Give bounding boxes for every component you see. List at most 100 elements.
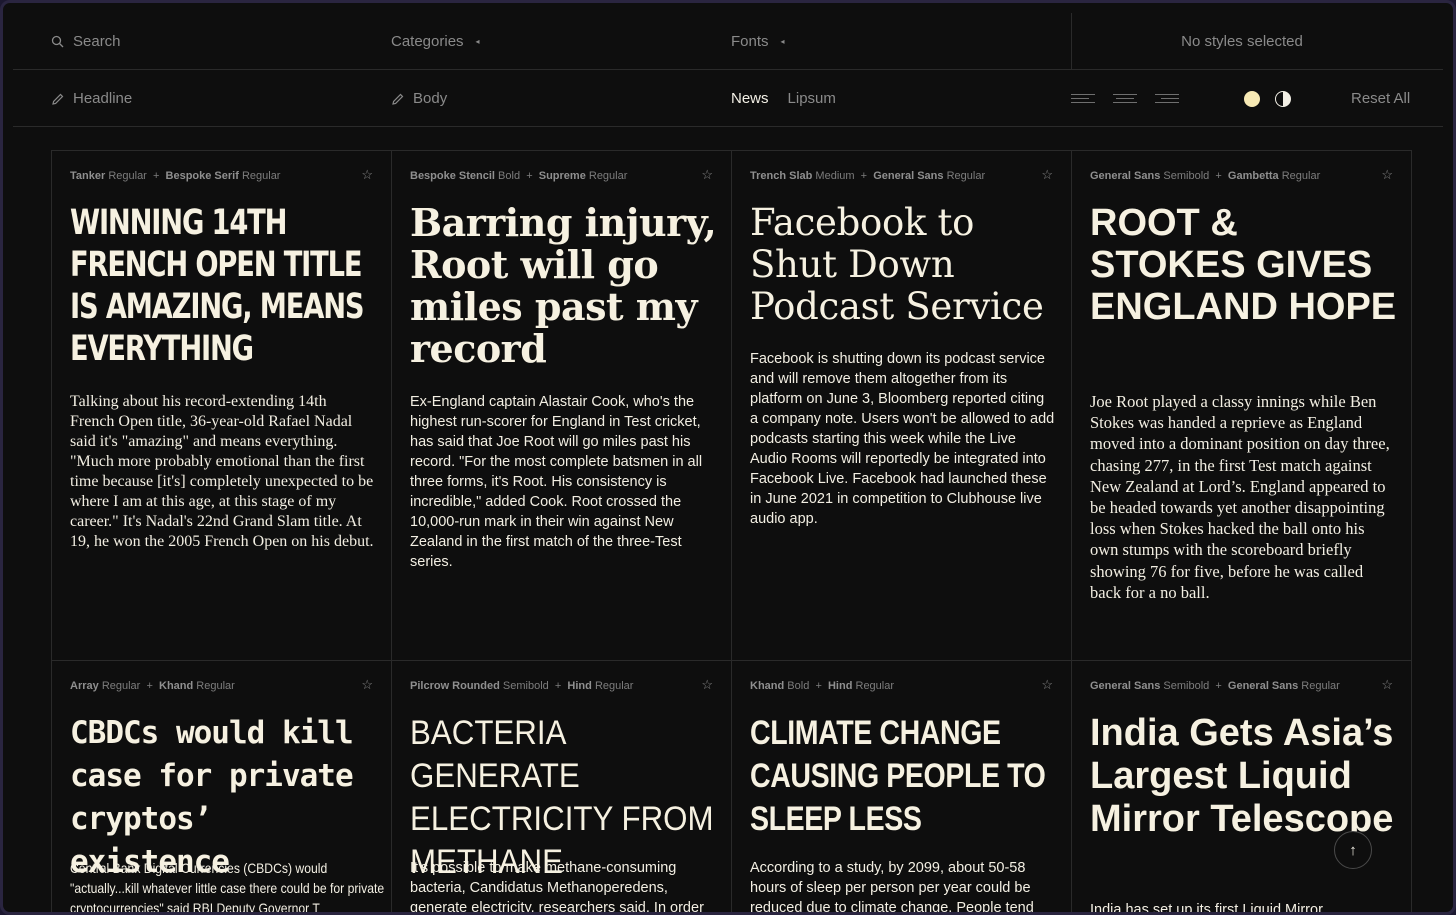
star-icon[interactable]: ☆ [701, 677, 713, 693]
contrast-icon[interactable] [1275, 90, 1291, 107]
card-body: India has set up its first Liquid Mirror [1090, 902, 1323, 915]
font-b-name: Khand [159, 680, 194, 692]
categories-dropdown[interactable]: Categories ◂ [391, 13, 480, 70]
star-icon[interactable]: ☆ [1381, 677, 1393, 693]
star-icon[interactable]: ☆ [1041, 677, 1053, 693]
color-swatch-icon[interactable] [1244, 90, 1260, 107]
headline-editor[interactable]: Headline [51, 70, 132, 127]
font-pair-card[interactable]: General Sans Semibold + Gambetta Regular… [1071, 150, 1411, 660]
star-icon[interactable]: ☆ [701, 167, 713, 183]
font-b-style: Regular [241, 170, 281, 182]
font-b-style: Regular [855, 680, 895, 692]
font-pair-meta: Bespoke Stencil Bold + Supreme Regular [410, 170, 628, 182]
search-icon [51, 35, 65, 49]
tab-news[interactable]: News [731, 90, 769, 107]
font-pair-meta: Array Regular + Khand Regular [70, 680, 235, 692]
grid-line [1411, 150, 1412, 912]
font-a-name: Tanker [70, 170, 106, 182]
font-b-style: Regular [588, 170, 628, 182]
font-a-style: Bold [498, 170, 521, 182]
font-b-style: Regular [946, 170, 986, 182]
font-pair-meta: Khand Bold + Hind Regular [750, 680, 895, 692]
font-pair-meta: Tanker Regular + Bespoke Serif Regular [70, 170, 281, 182]
font-b-style: Regular [594, 680, 634, 692]
card-body: Ex-England captain Alastair Cook, who's … [410, 394, 703, 570]
body-input[interactable]: Body [413, 90, 447, 107]
pencil-icon [51, 92, 65, 106]
font-a-style: Regular [101, 680, 141, 692]
body-editor[interactable]: Body [391, 70, 447, 127]
card-headline: India Gets Asia’s Largest Liquid Mirror … [1090, 712, 1394, 840]
font-pair-card[interactable]: Array Regular + Khand Regular ☆ CBDCs wo… [51, 660, 391, 915]
font-a-name: General Sans [1090, 170, 1161, 182]
app-window: Search Categories ◂ Fonts ◂ No styles se… [0, 0, 1456, 915]
font-a-name: General Sans [1090, 680, 1161, 692]
font-b-name: Supreme [538, 170, 586, 182]
font-pair-meta: Trench Slab Medium + General Sans Regula… [750, 170, 986, 182]
font-b-name: General Sans [1227, 680, 1299, 692]
card-body: According to a study, by 2099, about 50-… [750, 860, 1034, 915]
search-input[interactable]: Search [73, 33, 121, 50]
toolbar: Search Categories ◂ Fonts ◂ No styles se… [13, 13, 1443, 127]
font-a-style: Bold [787, 680, 810, 692]
font-b-name: Hind [567, 680, 592, 692]
font-pair-meta: General Sans Semibold + General Sans Reg… [1090, 680, 1340, 692]
star-icon[interactable]: ☆ [1381, 167, 1393, 183]
font-pair-card[interactable]: Khand Bold + Hind Regular ☆ Climate chan… [731, 660, 1071, 915]
card-headline: Root & Stokes gives England hope [1090, 202, 1397, 328]
categories-label: Categories [391, 33, 464, 50]
text-source-tabs: News Lipsum [731, 70, 836, 127]
font-a-name: Array [70, 680, 99, 692]
caret-left-icon: ◂ [780, 37, 785, 46]
font-a-name: Pilcrow Rounded [410, 680, 500, 692]
font-a-style: Semibold [502, 680, 549, 692]
fonts-label: Fonts [731, 33, 769, 50]
font-pair-card[interactable]: General Sans Semibold + General Sans Reg… [1071, 660, 1411, 915]
star-icon[interactable]: ☆ [1041, 167, 1053, 183]
font-a-name: Bespoke Stencil [410, 170, 495, 182]
font-b-name: General Sans [873, 170, 944, 182]
align-center-icon[interactable] [1113, 94, 1137, 103]
toolbar-row-editors: Headline Body News Lipsum Reset All [13, 70, 1443, 127]
font-pair-meta: Pilcrow Rounded Semibold + Hind Regular [410, 680, 634, 692]
card-body: Joe Root played a classy innings while B… [1090, 392, 1390, 602]
star-icon[interactable]: ☆ [361, 677, 373, 693]
align-right-icon[interactable] [1155, 94, 1179, 103]
align-left-icon[interactable] [1071, 94, 1095, 103]
font-b-name: Bespoke Serif [165, 170, 239, 182]
font-a-name: Khand [750, 680, 785, 692]
styles-status-text: No styles selected [1181, 33, 1303, 50]
fonts-dropdown[interactable]: Fonts ◂ [731, 13, 785, 70]
font-pair-card[interactable]: Tanker Regular + Bespoke Serif Regular ☆… [51, 150, 391, 660]
toolbar-row-filters: Search Categories ◂ Fonts ◂ No styles se… [13, 13, 1443, 70]
font-pair-card[interactable]: Trench Slab Medium + General Sans Regula… [731, 150, 1071, 660]
star-icon[interactable]: ☆ [361, 167, 373, 183]
card-headline: Climate change causing people to sleep l… [750, 714, 1046, 838]
arrow-up-icon: ↑ [1349, 841, 1357, 859]
font-b-style: Regular [1281, 170, 1321, 182]
card-headline: Barring injury, Root will go miles past … [410, 200, 717, 371]
font-pair-card[interactable]: Bespoke Stencil Bold + Supreme Regular ☆… [391, 150, 731, 660]
font-b-name: Gambetta [1227, 170, 1279, 182]
styles-status: No styles selected [1072, 13, 1412, 70]
font-pair-meta: General Sans Semibold + Gambetta Regular [1090, 170, 1321, 182]
card-body: It's possible to make methane-consuming … [410, 860, 704, 915]
font-b-name: Hind [827, 680, 853, 692]
headline-input[interactable]: Headline [73, 90, 132, 107]
pencil-icon [391, 92, 405, 106]
card-body: Central Bank Digital Currencies (CBDCs) … [70, 860, 385, 915]
card-body: Talking about his record-extending 14th … [70, 393, 374, 550]
search-box[interactable]: Search [51, 13, 121, 70]
font-a-style: Semibold [1163, 170, 1210, 182]
reset-all-label: Reset All [1351, 90, 1411, 107]
tab-lipsum[interactable]: Lipsum [788, 90, 836, 107]
caret-left-icon: ◂ [475, 37, 480, 46]
scroll-to-top-button[interactable]: ↑ [1334, 831, 1372, 869]
font-a-style: Medium [815, 170, 855, 182]
font-pair-card[interactable]: Pilcrow Rounded Semibold + Hind Regular … [391, 660, 731, 915]
font-a-style: Regular [108, 170, 147, 182]
font-b-style: Regular [196, 680, 235, 692]
reset-all-button[interactable]: Reset All [1351, 70, 1410, 127]
card-headline: Winning 14th French Open title is amazin… [70, 203, 365, 369]
card-body: Facebook is shutting down its podcast se… [750, 351, 1055, 527]
